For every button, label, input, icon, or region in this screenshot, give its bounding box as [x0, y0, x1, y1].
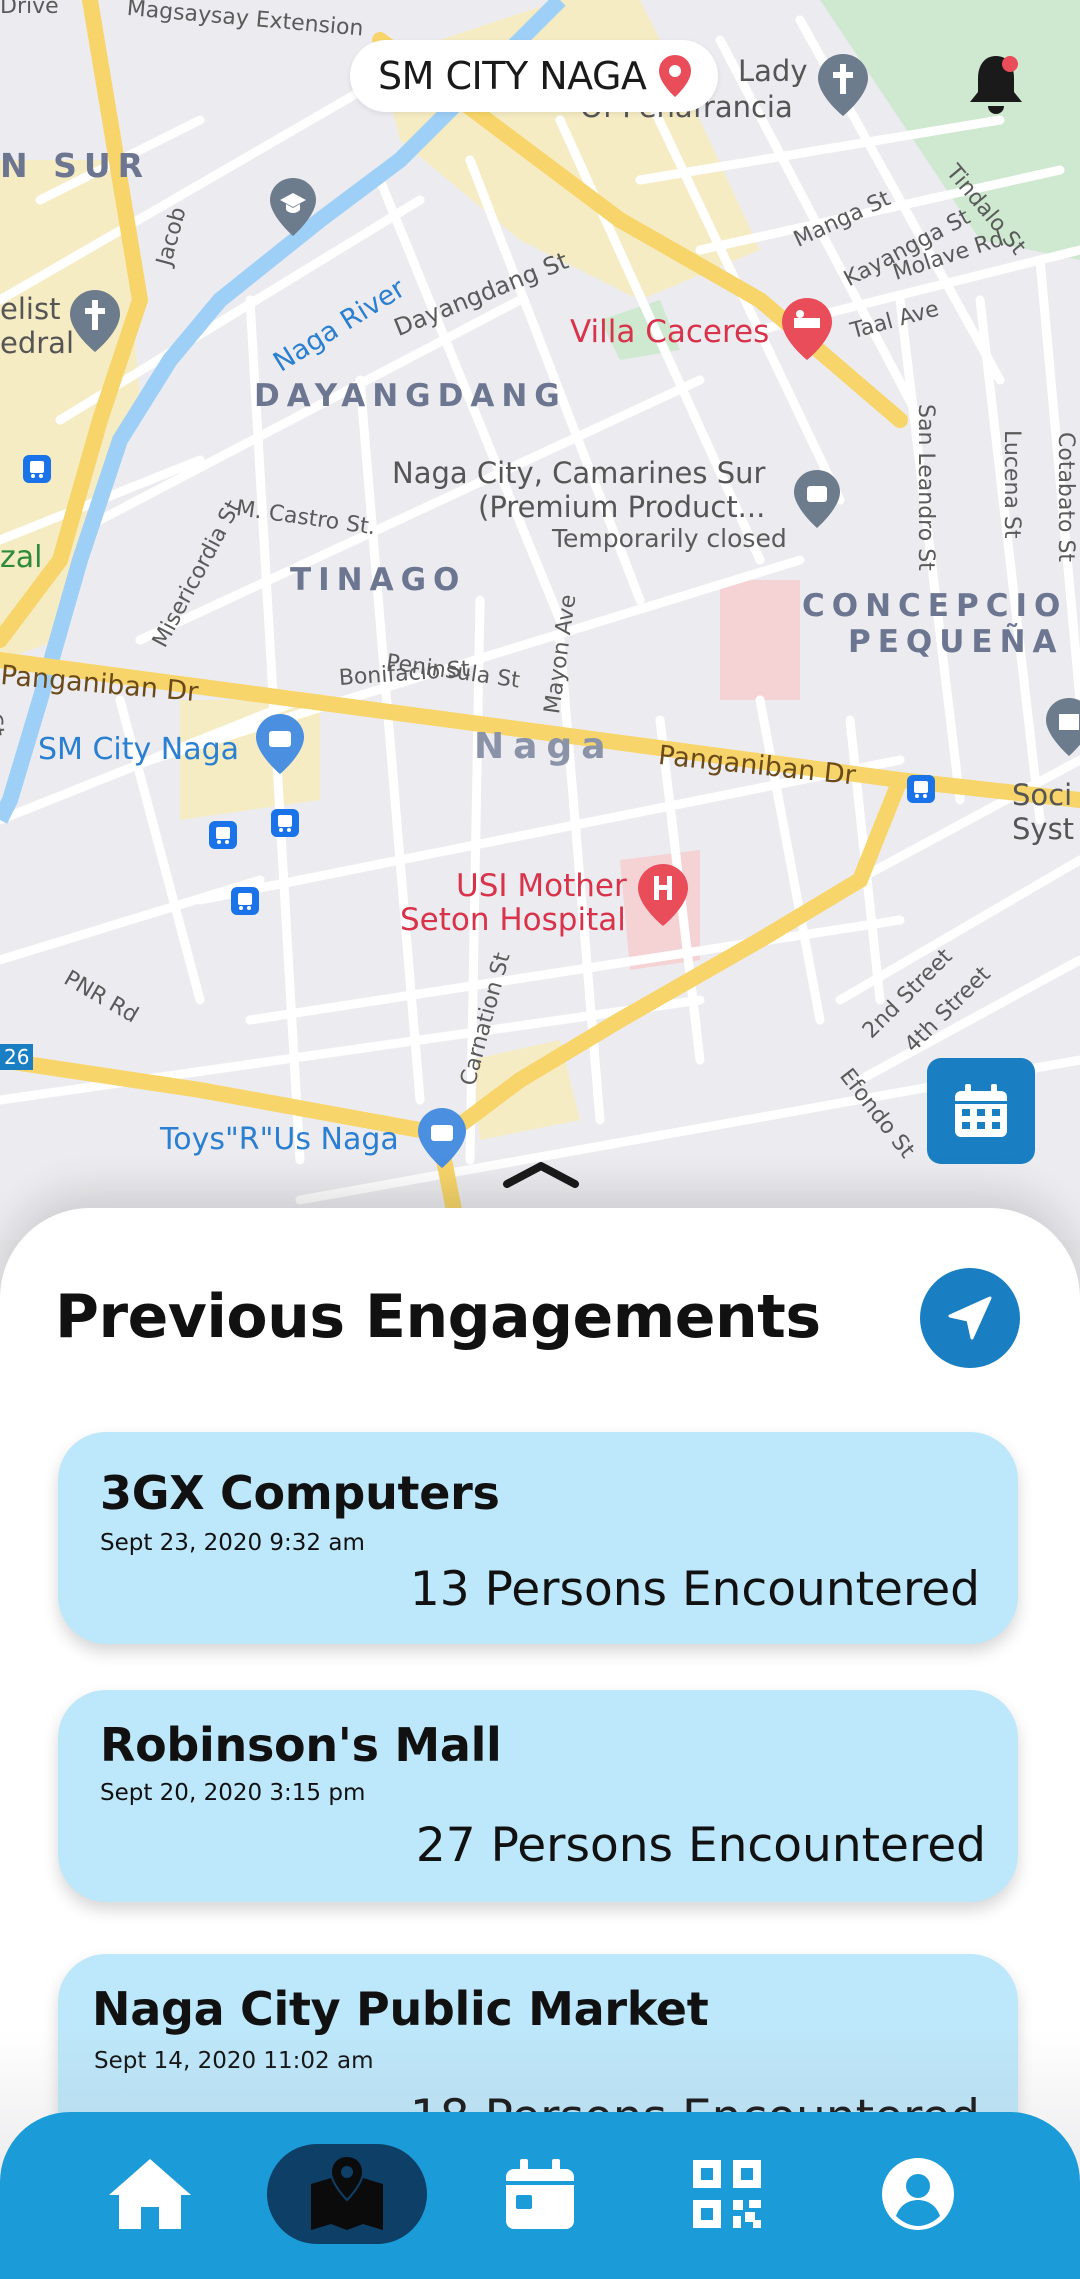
bus-stop-icon [271, 809, 299, 837]
school-pin-icon[interactable] [268, 176, 318, 238]
map-label: Soci [1012, 778, 1073, 812]
engagement-date: Sept 23, 2020 9:32 am [100, 1530, 365, 1556]
map-label: Toys"R"Us Naga [160, 1122, 399, 1157]
route-shield: 26 [0, 1044, 34, 1070]
bell-icon [970, 56, 1022, 114]
engagement-count: 27 Persons Encountered [415, 1818, 986, 1873]
calendar-filter-button[interactable] [927, 1058, 1035, 1164]
notifications-button[interactable] [966, 50, 1026, 116]
map-label: Drive [0, 0, 59, 19]
map-label: Naga City, Camarines Sur [392, 456, 766, 490]
engagement-name: Naga City Public Market [92, 1982, 709, 2036]
map-label: DAYANGDANG [254, 378, 567, 414]
engagement-name: Robinson's Mall [100, 1718, 502, 1772]
map-label: edral [0, 326, 75, 360]
navigate-button[interactable] [920, 1268, 1020, 1368]
current-location-chip[interactable]: SM CITY NAGA [350, 40, 719, 112]
map-label: N SUR [0, 146, 151, 185]
mall-pin-icon[interactable] [254, 712, 306, 776]
map-label: (Premium Product... [478, 490, 766, 524]
map-label: zal [0, 540, 43, 575]
map-label: elist [0, 292, 61, 326]
church-pin-icon[interactable] [816, 52, 870, 118]
map-label: Syst [1012, 812, 1075, 846]
nav-qr-scanner[interactable] [647, 2144, 807, 2244]
current-location-label: SM CITY NAGA [378, 54, 647, 98]
engagement-date: Sept 20, 2020 3:15 pm [100, 1780, 366, 1806]
map-label: Lucena St [999, 430, 1024, 539]
map-label: Temporarily closed [552, 524, 787, 553]
hotel-pin-icon[interactable] [780, 296, 834, 362]
engagement-count: 13 Persons Encountered [409, 1562, 980, 1617]
hospital-pin-icon[interactable] [636, 862, 690, 928]
chevron-up-icon[interactable] [503, 1160, 579, 1188]
home-icon [109, 2159, 191, 2229]
map-label: San Leandro St [913, 404, 938, 571]
nav-map[interactable] [267, 2144, 427, 2244]
map-icon [311, 2154, 383, 2230]
bus-stop-icon [907, 775, 935, 803]
bus-stop-icon [231, 887, 259, 915]
sheet-title: Previous Engagements [55, 1282, 821, 1352]
engagement-date: Sept 14, 2020 11:02 am [94, 2048, 374, 2074]
navigation-arrow-icon [948, 1296, 992, 1340]
map-label: SM City Naga [38, 732, 240, 767]
shop-pin-icon[interactable] [792, 468, 842, 530]
engagement-card[interactable]: Robinson's Mall Sept 20, 2020 3:15 pm 27… [58, 1690, 1018, 1902]
map-label: TINAGO [290, 562, 467, 598]
map-view[interactable]: Drive Magsaysay Extension Lady Of Peñafr… [0, 0, 1080, 1240]
map-label: CONCEPCIO [802, 588, 1068, 624]
engagement-card[interactable]: 3GX Computers Sept 23, 2020 9:32 am 13 P… [58, 1432, 1018, 1644]
store-pin-icon[interactable] [416, 1106, 468, 1170]
location-pin-icon [659, 55, 692, 97]
nav-profile[interactable] [838, 2144, 998, 2244]
church-pin-icon[interactable] [68, 288, 122, 354]
nav-home[interactable] [70, 2144, 230, 2244]
map-label: Lady [738, 54, 808, 88]
map-label: Villa Caceres [570, 314, 770, 350]
bus-stop-icon [23, 455, 51, 483]
office-pin-icon[interactable] [1044, 696, 1080, 758]
bottom-nav-bar [0, 2112, 1080, 2279]
map-label: PEQUEÑA [848, 624, 1064, 660]
map-label: USI Mother [456, 868, 627, 904]
calendar-icon [955, 1084, 1007, 1137]
profile-icon [882, 2158, 954, 2230]
nav-calendar[interactable] [460, 2144, 620, 2244]
bus-stop-icon [209, 821, 237, 849]
qr-code-icon [693, 2160, 761, 2228]
calendar-icon [506, 2159, 574, 2229]
map-label: Seton Hospital [400, 902, 626, 938]
engagement-name: 3GX Computers [100, 1466, 500, 1520]
map-label: Cotabato St [1053, 432, 1078, 563]
map-label: Naga [474, 726, 615, 767]
